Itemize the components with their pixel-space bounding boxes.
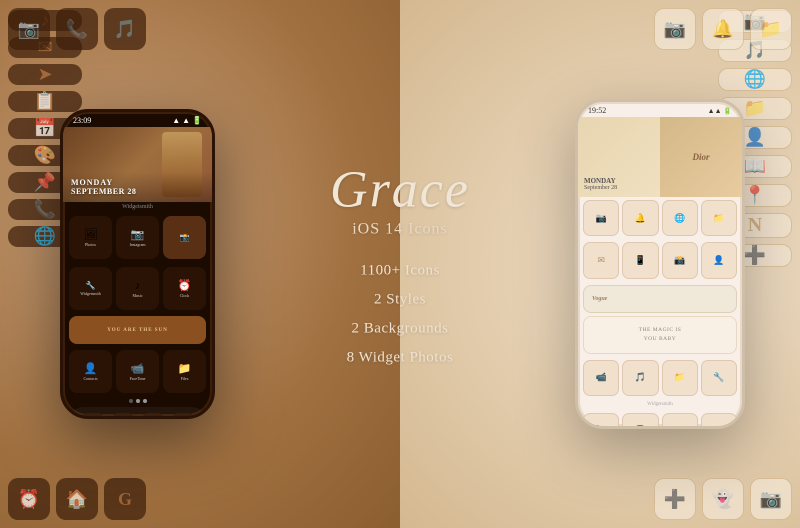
app-facetime[interactable]: 📹 FaceTime xyxy=(116,350,159,393)
dock-safari[interactable]: 🌐 xyxy=(112,413,134,419)
feature-styles: 2 Styles xyxy=(300,292,500,309)
app-instagram-icon: 📷 xyxy=(131,228,145,241)
app-grid-light-2: ✉ 📱 📸 👤 xyxy=(578,239,742,281)
lapp-13[interactable]: 📞 xyxy=(583,413,619,429)
phone-right: 19:52 ▲▲ 🔋 Dior MONDAY September 28 📷 🔔 … xyxy=(575,99,745,429)
app-photos-label: Photos xyxy=(85,242,96,247)
features-list: 1100+ Icons 2 Styles 2 Backgrounds 8 Wid… xyxy=(300,263,500,367)
hero-image-dark: MONDAY SEPTEMBER 28 xyxy=(63,127,212,202)
dock-messages[interactable]: 💬 xyxy=(142,413,164,419)
app-grid-light-3: 📹 🎵 📁 🔧 xyxy=(578,357,742,399)
app-instagram-label: Instagram xyxy=(130,242,146,247)
hero-person xyxy=(162,132,202,197)
hero-day: MONDAY xyxy=(71,178,136,187)
dot-1 xyxy=(129,399,133,403)
widget-magic: THE MAGIC ISYOU BABY xyxy=(583,316,737,354)
icon-bottom-left-1: ⏰ xyxy=(8,478,50,520)
icon-bottom-left-2: 🏠 xyxy=(56,478,98,520)
phone-frame-light: 19:52 ▲▲ 🔋 Dior MONDAY September 28 📷 🔔 … xyxy=(575,99,745,429)
center-content: Grace iOS 14 Icons 1100+ Icons 2 Styles … xyxy=(300,161,500,366)
status-icons-light: ▲▲ 🔋 xyxy=(708,107,732,115)
status-bar-dark: 23:09 ▲ ▲ 🔋 xyxy=(63,112,212,127)
app-photos-icon: 🖼 xyxy=(84,228,98,241)
lapp-1[interactable]: 📷 xyxy=(583,200,619,236)
lapp-2[interactable]: 🔔 xyxy=(622,200,658,236)
icon-top-left-2: 📞 xyxy=(56,8,98,50)
vogue-widget: Vogue xyxy=(583,285,737,313)
title-grace: Grace xyxy=(300,161,500,218)
lapp-6[interactable]: 📱 xyxy=(622,242,658,278)
app-widget-small[interactable]: 📸 xyxy=(163,216,206,259)
lapp-16[interactable]: ✉ xyxy=(701,413,737,429)
lapp-9[interactable]: 📹 xyxy=(583,360,619,396)
widgetsmith-label: Widgetsmith xyxy=(63,202,212,212)
feature-backgrounds: 2 Backgrounds xyxy=(300,321,500,338)
app-grid-dark-2: 🔧 Widgetsmith ♪ Music ⏰ Clock xyxy=(63,263,212,314)
hero-inner-2: Dior xyxy=(660,117,742,197)
title-ios: iOS 14 Icons xyxy=(300,221,500,239)
app-grid-dark: 🖼 Photos 📷 Instagram 📸 xyxy=(63,212,212,263)
lapp-15[interactable]: 📷 xyxy=(662,413,698,429)
status-time-light: 19:52 xyxy=(588,106,606,115)
hero-text: MONDAY SEPTEMBER 28 xyxy=(71,178,136,196)
lapp-7[interactable]: 📸 xyxy=(662,242,698,278)
feature-icons: 1100+ Icons xyxy=(300,263,500,280)
hero-image-light: Dior MONDAY September 28 xyxy=(578,117,742,197)
phone-left: 23:09 ▲ ▲ 🔋 MONDAY SEPTEMBER 28 Widgetsm… xyxy=(60,109,215,419)
app-photos[interactable]: 🖼 Photos xyxy=(69,216,112,259)
status-icons-dark: ▲ ▲ 🔋 xyxy=(172,116,202,125)
lapp-5[interactable]: ✉ xyxy=(583,242,619,278)
app-clock[interactable]: ⏰ Clock xyxy=(163,267,206,310)
widgetsmith-label-light: Widgetsmith xyxy=(583,402,737,407)
app-widgetsmith2[interactable]: 🔧 Widgetsmith xyxy=(69,267,112,310)
hero-date: SEPTEMBER 28 xyxy=(71,187,136,196)
widgetsmith-row: Widgetsmith xyxy=(578,399,742,410)
lapp-14[interactable]: 💬 xyxy=(622,413,658,429)
icon-bottom-right-1: ➕ xyxy=(654,478,696,520)
app-grid-light-1: 📷 🔔 🌐 📁 xyxy=(578,197,742,239)
status-bar-light: 19:52 ▲▲ 🔋 xyxy=(578,102,742,117)
dot-2 xyxy=(136,399,140,403)
app-grid-dark-3: 👤 Contacts 📹 FaceTime 📁 Files xyxy=(63,346,212,397)
icon-row-top: 📷 📞 🎵 📷 🔔 📁 xyxy=(8,8,792,50)
app-instagram[interactable]: 📷 Instagram xyxy=(116,216,159,259)
icon-top-left-3: 🎵 xyxy=(104,8,146,50)
lapp-12[interactable]: 🔧 xyxy=(701,360,737,396)
icon-globe-right: 🌐 xyxy=(718,68,792,91)
status-time-dark: 23:09 xyxy=(73,116,91,125)
page-dots-dark xyxy=(63,397,212,405)
icon-bottom-right-2: 👻 xyxy=(702,478,744,520)
lapp-4[interactable]: 📁 xyxy=(701,200,737,236)
app-grid-light-4: 📞 💬 📷 ✉ xyxy=(578,410,742,429)
lapp-3[interactable]: 🌐 xyxy=(662,200,698,236)
icon-send: ➤ xyxy=(8,64,82,85)
phone-dock-dark: 📞 🌐 💬 📷 xyxy=(69,407,206,419)
icon-row-bottom-right: ➕ 👻 📷 xyxy=(654,478,792,520)
icon-top-right-2: 🔔 xyxy=(702,8,744,50)
icon-bottom-left-3: G xyxy=(104,478,146,520)
widget-you-are: YOU ARE THE SUN xyxy=(69,316,206,344)
icon-row-bottom-left: ⏰ 🏠 G xyxy=(8,478,146,520)
icon-top-right-1: 📷 xyxy=(654,8,696,50)
lapp-11[interactable]: 📁 xyxy=(662,360,698,396)
dock-camera[interactable]: 📷 xyxy=(172,413,194,419)
app-music[interactable]: ♪ Music xyxy=(116,267,159,310)
dock-phone[interactable]: 📞 xyxy=(82,413,104,419)
feature-widgets: 8 Widget Photos xyxy=(300,350,500,367)
icon-top-left-1: 📷 xyxy=(8,8,50,50)
icon-bottom-right-3: 📷 xyxy=(750,478,792,520)
lapp-8[interactable]: 👤 xyxy=(701,242,737,278)
lapp-10[interactable]: 🎵 xyxy=(622,360,658,396)
app-files[interactable]: 📁 Files xyxy=(163,350,206,393)
app-contacts[interactable]: 👤 Contacts xyxy=(69,350,112,393)
dot-3 xyxy=(143,399,147,403)
hero-date-light: MONDAY September 28 xyxy=(584,177,617,191)
icon-top-right-3: 📁 xyxy=(750,8,792,50)
phone-frame-dark: 23:09 ▲ ▲ 🔋 MONDAY SEPTEMBER 28 Widgetsm… xyxy=(60,109,215,419)
